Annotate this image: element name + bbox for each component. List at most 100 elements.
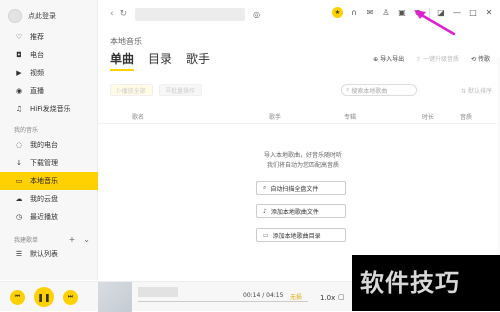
song-info[interactable] xyxy=(138,287,178,297)
skin-icon[interactable]: ♙ xyxy=(381,8,391,17)
section-my-music: 我的音乐 xyxy=(14,126,39,134)
avatar[interactable] xyxy=(8,9,22,23)
tab-artists[interactable]: 歌手 xyxy=(186,50,210,71)
upgrade-quality-button[interactable]: ⇪ 一键升级音质 xyxy=(416,54,459,63)
hifi-icon: ♫ xyxy=(15,105,23,113)
music-file-icon: ♪ xyxy=(263,207,267,215)
video-icon: ▶ xyxy=(16,69,22,77)
playlist-icon: ☰ xyxy=(15,250,23,258)
empty-line-1: 导入本地歌曲，好音乐随时听 xyxy=(263,152,342,159)
sidebar-item-hifi[interactable]: ♫ HiFi发烧音乐 xyxy=(0,100,98,118)
batch-button[interactable]: ☰ 批量操作 xyxy=(158,84,203,96)
search-placeholder: 搜索本地歌曲 xyxy=(351,87,388,95)
import-export-label: 导入导出 xyxy=(380,56,405,63)
lyrics-icon[interactable]: ▢ xyxy=(338,293,345,301)
album-cover[interactable] xyxy=(98,282,132,312)
sidebar-item-radio[interactable]: ◘ 电台 xyxy=(0,46,98,64)
main-content: 本地音乐 单曲 目录 歌手 ⊕ 导入导出 ⇪ 一键升级音质 ⟲ 传歌 ▷ 播放全… xyxy=(98,28,500,280)
folder-icon: ▭ xyxy=(263,231,269,239)
sidebar-item-live[interactable]: ◉ 直播 xyxy=(0,82,98,100)
transfer-label: 传歌 xyxy=(477,56,490,63)
add-songs-button[interactable]: ♪ 添加本地歌曲文件 xyxy=(256,204,346,218)
sidebar: 点此登录 ♡ 推荐 ◘ 电台 ▶ 视频 ◉ 直播 ♫ HiFi发烧音乐 我的音乐… xyxy=(0,0,98,280)
upgrade-quality-label: 一键升级音质 xyxy=(423,56,460,63)
sidebar-item-local-music[interactable]: ▭ 本地音乐 xyxy=(0,172,98,190)
tab-folders[interactable]: 目录 xyxy=(148,50,172,71)
back-icon[interactable]: ‹ xyxy=(110,9,114,19)
main-nav: ♡ 推荐 ◘ 电台 ▶ 视频 ◉ 直播 ♫ HiFi发烧音乐 xyxy=(0,28,98,118)
sidebar-item-label: 直播 xyxy=(30,87,44,95)
song-toolbar: ▷ 播放全部 ☰ 批量操作 xyxy=(110,84,203,96)
sidebar-item-label: 我的电台 xyxy=(30,141,58,149)
global-search-input[interactable] xyxy=(135,7,246,21)
progress-bar[interactable] xyxy=(138,301,308,302)
play-all-button[interactable]: ▷ 播放全部 xyxy=(110,84,153,96)
playlist-actions: + ⌄ xyxy=(69,235,90,244)
add-icon[interactable]: + xyxy=(69,235,76,244)
sidebar-item-label: 我的云盘 xyxy=(30,195,58,203)
sidebar-item-my-radio[interactable]: ◌ 我的电台 xyxy=(0,136,98,154)
login-link[interactable]: 点此登录 xyxy=(28,11,56,21)
watermark-text: 软件技巧 xyxy=(360,268,460,297)
column-duration[interactable]: 时长 xyxy=(422,112,434,121)
next-button[interactable]: ⏭ xyxy=(63,289,78,305)
tab-bar: 单曲 目录 歌手 xyxy=(110,50,210,71)
sidebar-item-label: HiFi发烧音乐 xyxy=(30,105,71,113)
scan-disk-label: 自动扫描全盘文件 xyxy=(270,185,319,193)
default-sort-label: 默认排序 xyxy=(467,88,492,95)
headphones-icon[interactable]: ∩ xyxy=(349,8,359,17)
local-search-input[interactable]: ⌕ 搜索本地歌曲 xyxy=(341,84,417,96)
transfer-button[interactable]: ⟲ 传歌 xyxy=(471,54,490,63)
column-song-name[interactable]: 歌名 xyxy=(132,112,144,121)
close-icon[interactable]: ✕ xyxy=(484,8,494,17)
section-playlists-label: 我建歌单 xyxy=(14,236,39,244)
cloud-icon: ☁ xyxy=(15,195,23,203)
column-album[interactable]: 专辑 xyxy=(344,112,356,121)
sidebar-item-recommend[interactable]: ♡ 推荐 xyxy=(0,28,98,46)
column-artist[interactable]: 歌手 xyxy=(269,112,281,121)
profile[interactable]: 点此登录 xyxy=(8,8,56,24)
default-sort-button[interactable]: ⇅ 默认排序 xyxy=(461,86,492,95)
search-icon: ⌕ xyxy=(263,184,267,191)
monitor-icon: ▭ xyxy=(15,177,23,185)
empty-state-text: 导入本地歌曲，好音乐随时听 我们将自动为您匹配高音质 xyxy=(248,151,358,171)
header-actions: ⊕ 导入导出 ⇪ 一键升级音质 ⟲ 传歌 xyxy=(373,54,490,63)
annotation-arrow-icon xyxy=(414,10,456,36)
maximize-icon[interactable]: □ xyxy=(468,8,478,17)
screen-icon[interactable]: ▣ xyxy=(397,8,407,17)
scan-disk-button[interactable]: ⌕ 自动扫描全盘文件 xyxy=(256,181,346,195)
section-playlists: 我建歌单 + ⌄ xyxy=(0,232,98,246)
add-folder-label: 添加本地歌曲目录 xyxy=(272,232,321,240)
heart-icon: ♡ xyxy=(15,33,23,41)
add-songs-label: 添加本地歌曲文件 xyxy=(270,208,319,216)
empty-line-2: 我们将自动为您匹配高音质 xyxy=(266,162,339,169)
tab-songs[interactable]: 单曲 xyxy=(110,50,135,71)
add-folder-button[interactable]: ▭ 添加本地歌曲目录 xyxy=(256,228,346,242)
speed-button[interactable]: 1.0x xyxy=(320,294,335,302)
playlist-nav: ☰ 默认列表 xyxy=(0,245,98,263)
quality-badge[interactable]: 无损 xyxy=(290,292,302,301)
my-music-nav: ◌ 我的电台 ↓ 下载管理 ▭ 本地音乐 ☁ 我的云盘 ◷ 最近播放 xyxy=(0,136,98,226)
play-all-label: 播放全部 xyxy=(121,87,146,95)
chevron-down-icon[interactable]: ⌄ xyxy=(83,235,90,244)
sidebar-item-video[interactable]: ▶ 视频 xyxy=(0,64,98,82)
voice-search-icon[interactable]: ◎ xyxy=(253,10,260,19)
sidebar-item-label: 视频 xyxy=(30,69,44,77)
sidebar-item-label: 电台 xyxy=(30,51,44,59)
sidebar-item-downloads[interactable]: ↓ 下载管理 xyxy=(0,154,98,172)
vip-icon[interactable]: ★ xyxy=(332,7,343,18)
column-quality[interactable]: 音质 xyxy=(460,112,472,121)
sidebar-item-cloud[interactable]: ☁ 我的云盘 xyxy=(0,190,98,208)
table-header: 歌名 歌手 专辑 时长 音质 xyxy=(98,108,500,124)
message-icon[interactable]: ✉ xyxy=(365,8,375,17)
playback-time: 00:14 / 04:15 xyxy=(243,292,284,299)
sidebar-item-default-list[interactable]: ☰ 默认列表 xyxy=(0,245,98,263)
page-title: 本地音乐 xyxy=(110,37,142,46)
import-export-button[interactable]: ⊕ 导入导出 xyxy=(373,54,404,63)
previous-button[interactable]: ⏮ xyxy=(10,289,25,305)
sidebar-item-recent[interactable]: ◷ 最近播放 xyxy=(0,208,98,226)
pause-button[interactable]: ❚❚ xyxy=(34,287,54,307)
sidebar-item-label: 默认列表 xyxy=(30,250,58,258)
player-controls: ⏮ ❚❚ ⏭ xyxy=(10,287,78,307)
refresh-icon[interactable]: ↻ xyxy=(120,9,128,19)
